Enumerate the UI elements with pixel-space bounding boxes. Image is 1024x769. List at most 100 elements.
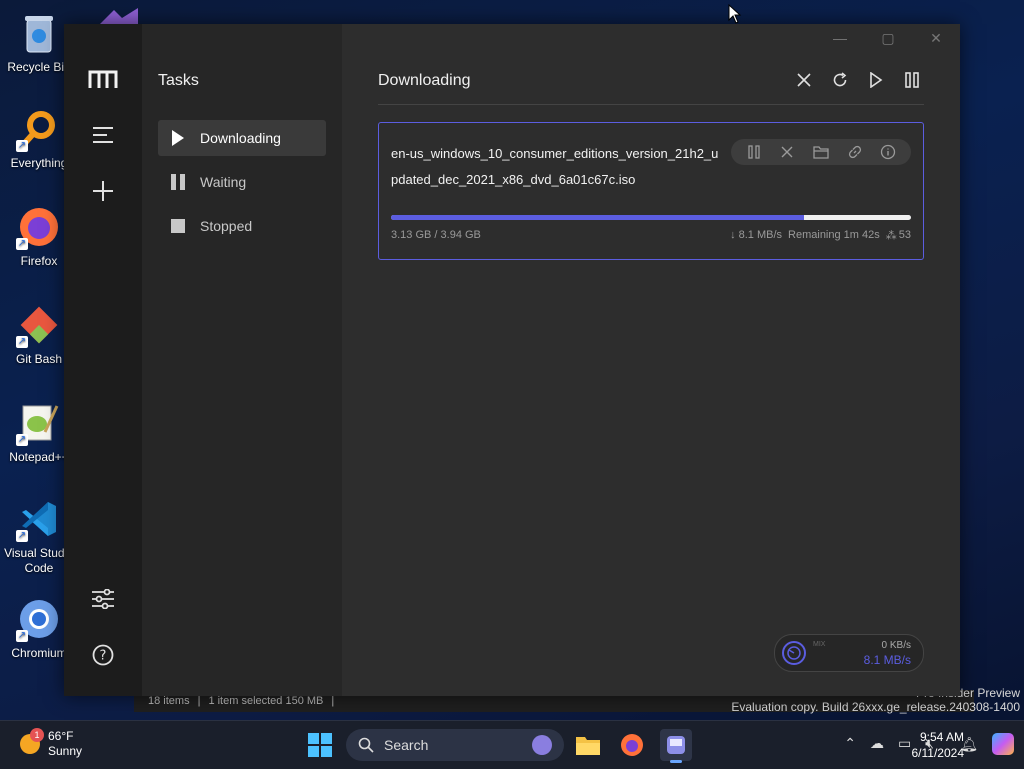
task-toolbar xyxy=(792,68,924,92)
clock-time: 9:54 AM xyxy=(919,730,964,744)
refresh-button[interactable] xyxy=(828,68,852,92)
refresh-icon xyxy=(833,72,847,87)
task-item[interactable]: en-us_windows_10_consumer_editions_versi… xyxy=(378,122,924,260)
sidebar-item-label: Downloading xyxy=(200,130,281,146)
selection-info: 1 item selected 150 MB xyxy=(208,695,324,707)
motrix-window: ? Tasks Downloading Waiting Stopped — ▢ xyxy=(64,24,960,696)
task-filename: en-us_windows_10_consumer_editions_versi… xyxy=(391,146,719,187)
display-icon[interactable]: ▭ xyxy=(898,735,911,752)
everything-search-icon: ↗ xyxy=(16,106,62,152)
delete-all-button[interactable] xyxy=(792,68,816,92)
item-count: 18 items xyxy=(148,695,190,707)
visual-studio-partial-icon xyxy=(94,6,142,26)
notification-bell-icon[interactable]: 🔔︎ xyxy=(960,736,978,753)
sidebar-item-downloading[interactable]: Downloading xyxy=(158,120,326,156)
clock-date: 6/11/2024 xyxy=(911,746,965,760)
chevron-up-icon[interactable]: ⌃ xyxy=(844,735,856,752)
task-actions xyxy=(731,139,911,165)
help-icon[interactable]: ? xyxy=(88,640,118,670)
separator: | xyxy=(331,695,335,707)
taskbar-search[interactable]: Search xyxy=(346,729,564,761)
stop-icon xyxy=(170,218,186,234)
task-pause-button[interactable] xyxy=(744,142,764,162)
weather-widget[interactable]: 1 66°F Sunny xyxy=(20,728,83,759)
git-bash-icon: ↗ xyxy=(16,302,62,348)
speedometer-mode: MIX xyxy=(813,641,826,648)
resume-all-button[interactable] xyxy=(864,68,888,92)
task-delete-button[interactable] xyxy=(777,142,797,162)
vscode-icon: ↗ xyxy=(16,496,62,542)
firefox-icon: ↗ xyxy=(16,204,62,250)
sidebar-item-stopped[interactable]: Stopped xyxy=(158,208,326,244)
tasks-sidebar: Tasks Downloading Waiting Stopped xyxy=(142,24,342,696)
task-info-button[interactable] xyxy=(878,142,898,162)
pause-icon xyxy=(170,174,186,190)
separator: | xyxy=(197,695,201,707)
weather-temp: 66°F xyxy=(48,729,74,743)
maximize-button[interactable]: ▢ xyxy=(864,24,912,52)
play-icon xyxy=(870,72,883,88)
download-speed: 8.1 MB/s xyxy=(863,653,911,667)
close-window-button[interactable]: ✕ xyxy=(912,24,960,52)
search-icon xyxy=(358,737,374,753)
task-stats: ↓ 8.1 MB/s Remaining 1m 42s ⁂ 53 xyxy=(730,229,911,242)
page-title: Downloading xyxy=(378,72,471,89)
task-progress-bar xyxy=(391,215,911,220)
header-divider xyxy=(378,104,924,105)
cloud-offline-icon[interactable]: ☁ xyxy=(870,735,884,752)
task-connections: 53 xyxy=(898,229,911,241)
sidebar-item-waiting[interactable]: Waiting xyxy=(158,164,326,200)
task-speed: ↓ 8.1 MB/s xyxy=(730,229,783,241)
task-open-folder-button[interactable] xyxy=(811,142,831,162)
delete-icon xyxy=(781,146,793,158)
upload-speed: 0 KB/s xyxy=(881,640,911,651)
mouse-cursor-icon xyxy=(728,3,742,29)
search-placeholder: Search xyxy=(384,737,429,753)
speedometer[interactable]: MIX 0 KB/s 8.1 MB/s xyxy=(774,634,924,672)
task-size: 3.13 GB / 3.94 GB xyxy=(391,229,481,241)
sidebar-title: Tasks xyxy=(158,72,199,89)
speedometer-dial-icon xyxy=(781,640,807,671)
info-icon xyxy=(881,144,896,160)
taskbar-motrix[interactable] xyxy=(660,729,692,763)
sun-icon: 1 xyxy=(20,728,44,754)
weather-badge: 1 xyxy=(30,728,44,742)
taskbar-clock[interactable]: 9:54 AM 6/11/2024 xyxy=(912,729,965,761)
copilot-icon[interactable] xyxy=(992,733,1014,755)
main-panel: — ▢ ✕ Downloading en-us_windows_10_consu… xyxy=(342,24,960,696)
motrix-logo-icon xyxy=(88,68,118,90)
window-controls: — ▢ ✕ xyxy=(816,24,960,52)
folder-icon xyxy=(576,737,600,755)
taskbar-file-explorer[interactable] xyxy=(572,729,604,761)
firefox-icon xyxy=(621,734,643,756)
copilot-search-icon xyxy=(532,735,552,755)
play-icon xyxy=(170,130,186,146)
pause-all-button[interactable] xyxy=(900,68,924,92)
motrix-app-icon xyxy=(667,736,685,754)
folder-icon xyxy=(813,146,829,159)
recycle-bin-icon xyxy=(16,10,62,56)
task-copy-link-button[interactable] xyxy=(845,142,865,162)
connections-icon: ⁂ xyxy=(885,230,897,242)
start-button[interactable] xyxy=(308,733,332,757)
chromium-icon: ↗ xyxy=(16,596,62,642)
taskbar-firefox[interactable] xyxy=(616,729,648,761)
watermark-line: Evaluation copy. Build 26xxx.ge_release.… xyxy=(731,700,1020,714)
sidebar-item-label: Stopped xyxy=(200,218,253,234)
plus-icon[interactable] xyxy=(88,176,118,206)
svg-text:?: ? xyxy=(100,649,107,664)
notepad-plus-plus-icon: ↗ xyxy=(16,400,62,446)
task-remaining: Remaining 1m 42s xyxy=(788,229,880,241)
windows-logo-icon xyxy=(308,733,332,757)
app-rail: ? xyxy=(64,24,142,696)
weather-condition: Sunny xyxy=(48,744,83,758)
menu-icon[interactable] xyxy=(88,120,118,150)
pause-icon xyxy=(905,72,919,88)
progress-fill xyxy=(391,215,804,220)
minimize-button[interactable]: — xyxy=(816,24,864,52)
sidebar-item-label: Waiting xyxy=(200,174,247,190)
tray-end: 🔔︎ xyxy=(960,733,1014,755)
settings-sliders-icon[interactable] xyxy=(88,584,118,614)
close-icon xyxy=(797,73,811,87)
pause-icon xyxy=(748,145,760,159)
